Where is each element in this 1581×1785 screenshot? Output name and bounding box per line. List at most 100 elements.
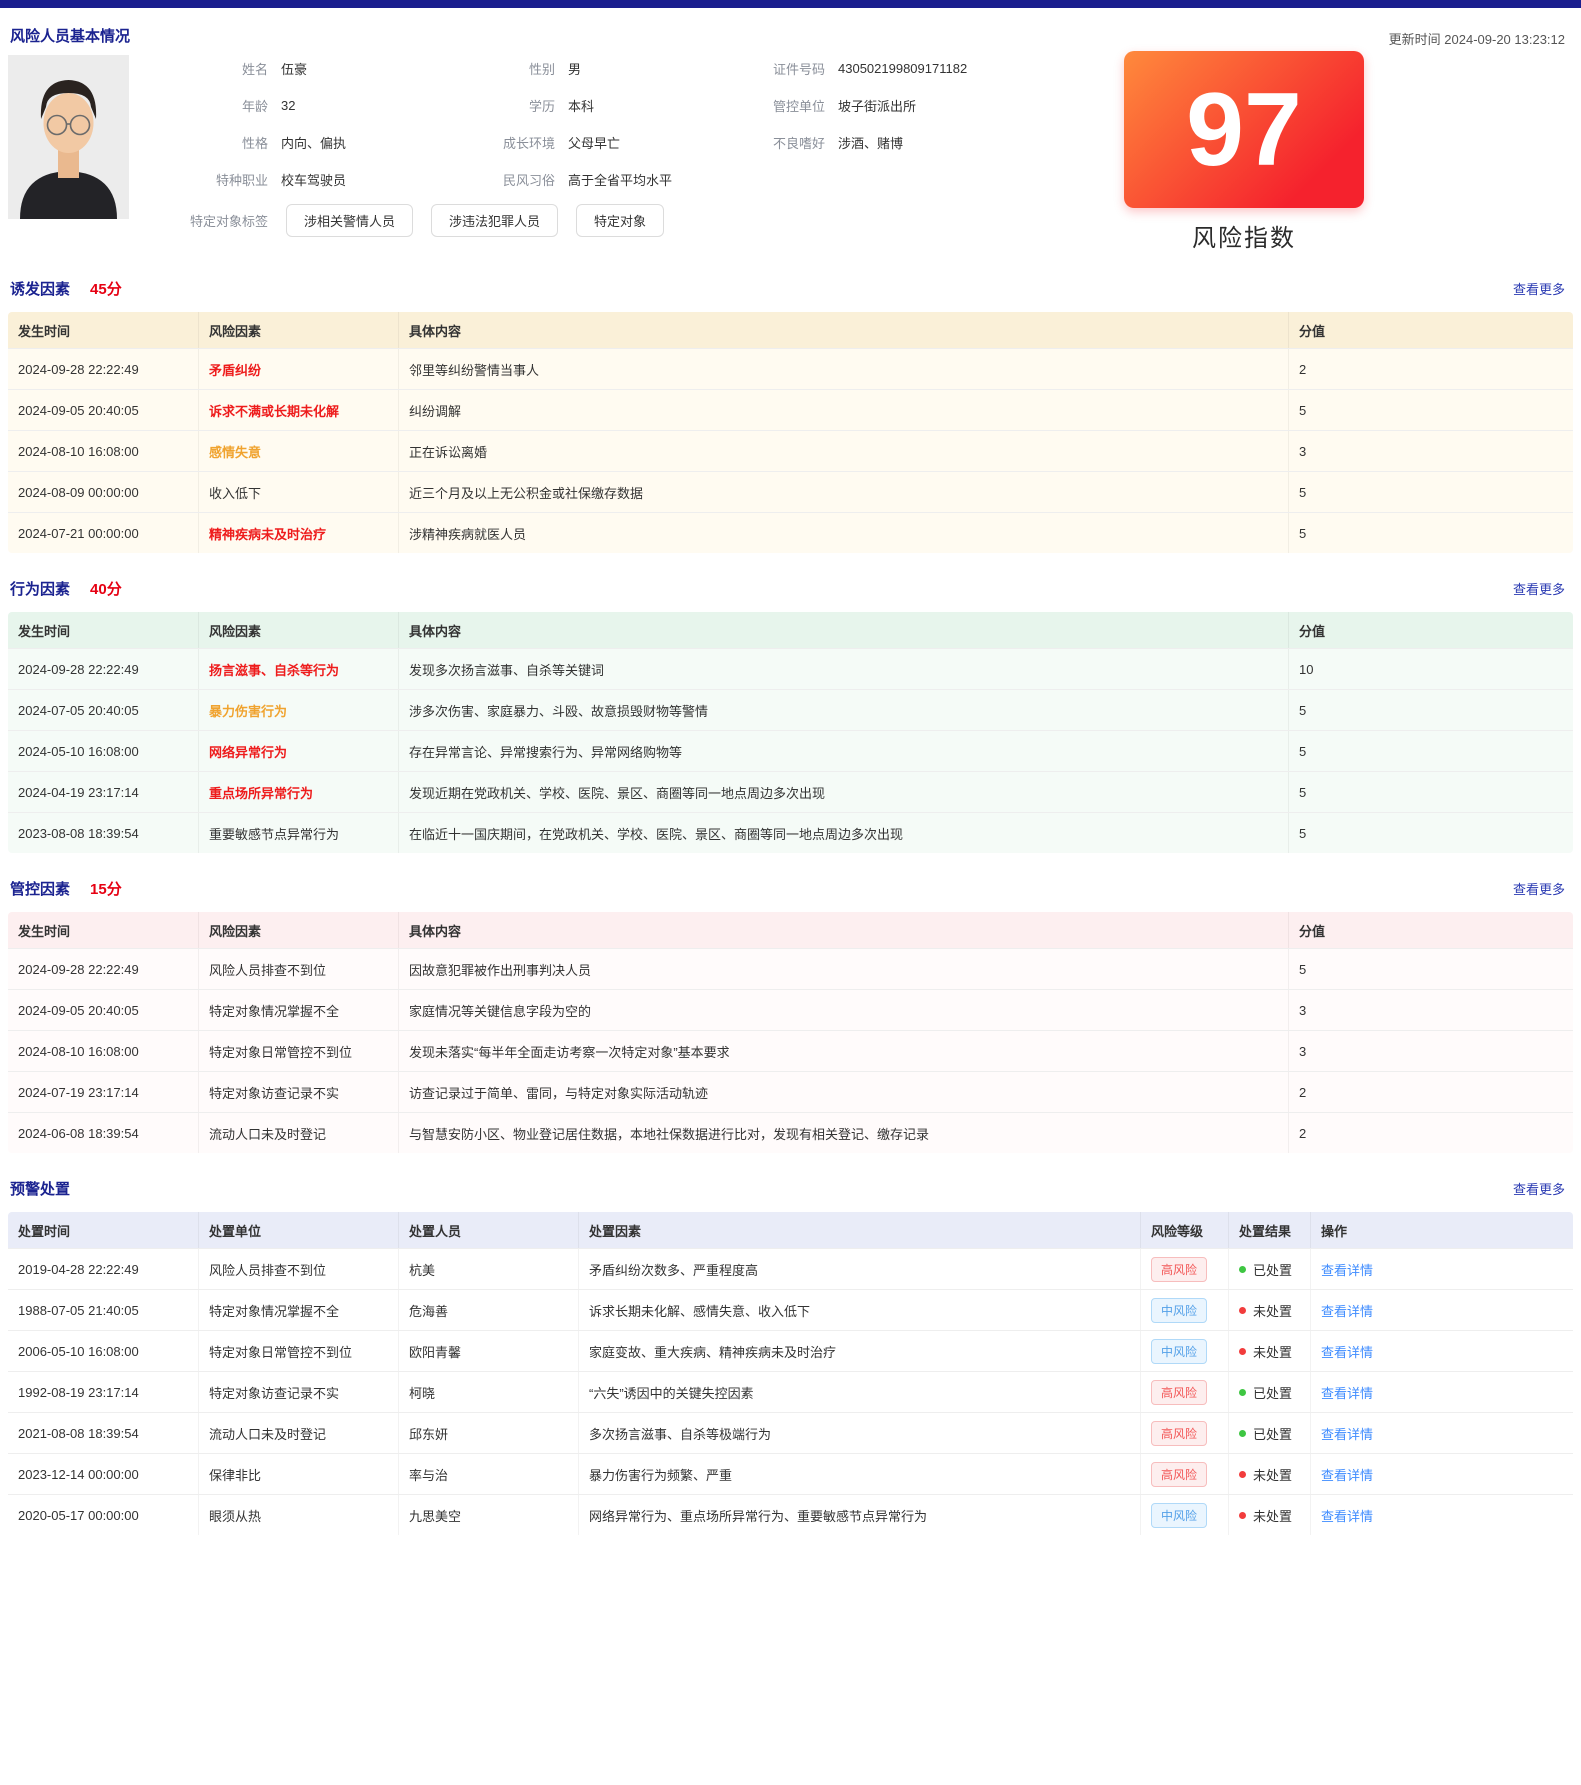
status-dot [1239, 1266, 1246, 1273]
disposal-result: 未处置 [1228, 1290, 1310, 1330]
view-detail-link[interactable]: 查看详情 [1321, 1465, 1373, 1484]
table-header-row: 发生时间 风险因素 具体内容 分值 [8, 912, 1573, 948]
table-row: 2024-09-28 22:22:49矛盾纠纷邻里等纠纷警情当事人2 [8, 348, 1573, 389]
col-occur-time: 发生时间 [8, 917, 198, 944]
field-education: 学历 本科 [470, 87, 740, 124]
disposal-result: 未处置 [1228, 1454, 1310, 1494]
special-object-tags: 特定对象标签 涉相关警情人员 涉违法犯罪人员 特定对象 [180, 198, 967, 242]
field-personality: 性格 内向、偏执 [180, 124, 470, 161]
risk-level-badge: 高风险 [1140, 1372, 1228, 1412]
disposal-person: 九思美空 [398, 1495, 578, 1535]
risk-score-value: 97 [1186, 78, 1302, 182]
disposal-unit: 特定对象情况掌握不全 [198, 1290, 398, 1330]
factor-detail: 家庭情况等关键信息字段为空的 [398, 990, 1288, 1030]
factor-detail: 发现多次扬言滋事、自杀等关键词 [398, 649, 1288, 689]
occur-time: 2024-08-10 16:08:00 [8, 440, 198, 463]
view-detail-link[interactable]: 查看详情 [1321, 1506, 1373, 1525]
table-row: 2024-08-09 00:00:00收入低下近三个月及以上无公积金或社保缴存数… [8, 471, 1573, 512]
factor-table: 发生时间 风险因素 具体内容 分值 2024-09-28 22:22:49风险人… [8, 912, 1573, 1153]
occur-time: 2024-06-08 18:39:54 [8, 1122, 198, 1145]
col-disposal-unit: 处置单位 [198, 1212, 398, 1248]
status-dot [1239, 1348, 1246, 1355]
disposal-result: 未处置 [1228, 1331, 1310, 1371]
view-detail-link[interactable]: 查看详情 [1321, 1383, 1373, 1402]
col-score: 分值 [1288, 312, 1573, 348]
factor-detail: 涉精神疾病就医人员 [398, 513, 1288, 553]
disposal-unit: 风险人员排查不到位 [198, 1249, 398, 1289]
section-title: 行为因素 [10, 578, 70, 599]
disposal-factor: 网络异常行为、重点场所异常行为、重要敏感节点异常行为 [578, 1495, 1140, 1535]
tag-illegal-crime[interactable]: 涉违法犯罪人员 [431, 204, 558, 237]
field-id-number: 证件号码 430502199809171182 [740, 50, 967, 87]
disposal-result: 已处置 [1228, 1413, 1310, 1453]
disposal-time: 2021-08-08 18:39:54 [8, 1422, 198, 1445]
factor-detail: 邻里等纠纷警情当事人 [398, 349, 1288, 389]
factor-score: 5 [1288, 813, 1573, 853]
factor-detail: 发现未落实“每半年全面走访考察一次特定对象”基本要求 [398, 1031, 1288, 1071]
disposal-time: 2019-04-28 22:22:49 [8, 1258, 198, 1281]
factor-score: 5 [1288, 513, 1573, 553]
occur-time: 2024-04-19 23:17:14 [8, 781, 198, 804]
view-more-link[interactable]: 查看更多 [1513, 579, 1565, 598]
disposal-time: 2023-12-14 00:00:00 [8, 1463, 198, 1486]
risk-profile-page: 风险人员基本情况 更新时间 2024-09-20 13:23:12 姓名 伍豪 [0, 8, 1581, 1785]
section-score: 40分 [90, 578, 122, 599]
factor-score: 3 [1288, 1031, 1573, 1071]
field-growth-env: 成长环境 父母早亡 [470, 124, 740, 161]
view-more-link[interactable]: 查看更多 [1513, 279, 1565, 298]
view-detail-link[interactable]: 查看详情 [1321, 1260, 1373, 1279]
section-head: 诱发因素 45分 查看更多 [0, 278, 1581, 299]
view-detail-link[interactable]: 查看详情 [1321, 1301, 1373, 1320]
status-dot [1239, 1430, 1246, 1437]
risk-factor: 暴力伤害行为 [198, 690, 398, 730]
risk-factor: 诉求不满或长期未化解 [198, 390, 398, 430]
section-head: 行为因素 40分 查看更多 [0, 578, 1581, 599]
disposal-unit: 保律非比 [198, 1454, 398, 1494]
factor-score: 5 [1288, 690, 1573, 730]
view-detail-link[interactable]: 查看详情 [1321, 1342, 1373, 1361]
tag-special-object[interactable]: 特定对象 [576, 204, 664, 237]
factor-detail: 存在异常言论、异常搜索行为、异常网络购物等 [398, 731, 1288, 771]
table-row: 1992-08-19 23:17:14特定对象访查记录不实柯晓“六失”诱因中的关… [8, 1371, 1573, 1412]
section-head: 预警处置 查看更多 [0, 1178, 1581, 1199]
table-row: 2024-08-10 16:08:00特定对象日常管控不到位发现未落实“每半年全… [8, 1030, 1573, 1071]
col-risk-level: 风险等级 [1140, 1212, 1228, 1248]
col-disposal-factor: 处置因素 [578, 1212, 1140, 1248]
risk-score-card: 97 [1124, 51, 1364, 208]
section-control-factors: 管控因素 15分 查看更多 发生时间 风险因素 具体内容 分值 2024-09-… [0, 878, 1581, 1153]
risk-factor: 扬言滋事、自杀等行为 [198, 649, 398, 689]
col-risk-factor: 风险因素 [198, 912, 398, 948]
actions-cell: 查看详情 [1310, 1495, 1573, 1535]
bottom-whitespace [0, 1535, 1581, 1785]
factor-detail: 涉多次伤害、家庭暴力、斗殴、故意损毁财物等警情 [398, 690, 1288, 730]
risk-factor: 特定对象情况掌握不全 [198, 990, 398, 1030]
view-more-link[interactable]: 查看更多 [1513, 879, 1565, 898]
table-row: 2024-07-05 20:40:05暴力伤害行为涉多次伤害、家庭暴力、斗殴、故… [8, 689, 1573, 730]
section-score: 45分 [90, 278, 122, 299]
view-detail-link[interactable]: 查看详情 [1321, 1424, 1373, 1443]
disposal-result: 未处置 [1228, 1495, 1310, 1535]
disposal-unit: 流动人口未及时登记 [198, 1413, 398, 1453]
table-row: 2024-07-19 23:17:14特定对象访查记录不实访查记录过于简单、雷同… [8, 1071, 1573, 1112]
factor-score: 5 [1288, 390, 1573, 430]
col-risk-factor: 风险因素 [198, 312, 398, 348]
section-head: 管控因素 15分 查看更多 [0, 878, 1581, 899]
occur-time: 2024-08-09 00:00:00 [8, 481, 198, 504]
factor-detail: 因故意犯罪被作出刑事判决人员 [398, 949, 1288, 989]
disposal-factor: 矛盾纠纷次数多、严重程度高 [578, 1249, 1140, 1289]
table-row: 2023-08-08 18:39:54重要敏感节点异常行为在临近十一国庆期间，在… [8, 812, 1573, 853]
update-time-label: 更新时间 [1389, 32, 1441, 47]
actions-cell: 查看详情 [1310, 1249, 1573, 1289]
section-behavior-factors: 行为因素 40分 查看更多 发生时间 风险因素 具体内容 分值 2024-09-… [0, 578, 1581, 853]
risk-factor: 矛盾纠纷 [198, 349, 398, 389]
factor-detail: 访查记录过于简单、雷同，与特定对象实际活动轨迹 [398, 1072, 1288, 1112]
tag-related-alarm[interactable]: 涉相关警情人员 [286, 204, 413, 237]
disposal-unit: 特定对象访查记录不实 [198, 1372, 398, 1412]
status-dot [1239, 1307, 1246, 1314]
risk-factor: 精神疾病未及时治疗 [198, 513, 398, 553]
factor-detail: 正在诉讼离婚 [398, 431, 1288, 471]
occur-time: 2024-08-10 16:08:00 [8, 1040, 198, 1063]
table-row: 2024-09-28 22:22:49扬言滋事、自杀等行为发现多次扬言滋事、自杀… [8, 648, 1573, 689]
section-title: 诱发因素 [10, 278, 70, 299]
view-more-link[interactable]: 查看更多 [1513, 1179, 1565, 1198]
